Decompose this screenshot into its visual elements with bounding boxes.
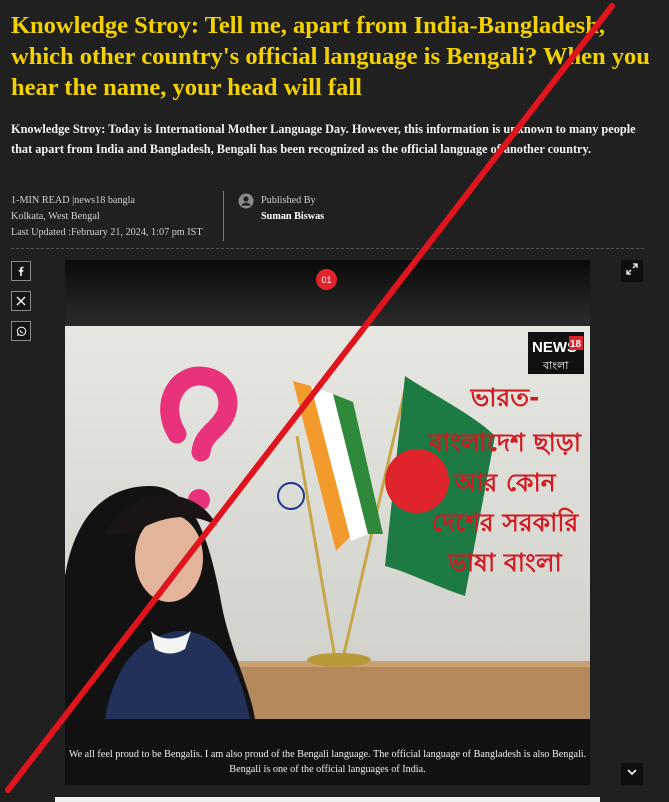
whatsapp-icon [16,326,27,337]
expand-icon [626,262,638,280]
article-meta: 1-MIN READ |news18 bangla Kolkata, West … [11,193,203,241]
facebook-icon [16,266,26,276]
bengali-text-line: ভাষা বাংলা [447,548,563,577]
gallery-image: NEWS 18 বাংলা ভারত- বাংলাদেশ ছাড়া আর কো… [65,326,590,719]
share-whatsapp-button[interactable] [11,321,31,341]
scroll-down-button[interactable] [621,763,643,785]
chevron-down-icon [626,765,638,783]
image-gallery[interactable]: 01 NEWS 18 বাংলা ভারত- বাংলাদেশ ছাড়া আর… [65,260,590,785]
bengali-text-line: বাংলাদেশ ছাড়া [428,428,583,457]
article-illustration: NEWS 18 বাংলা ভারত- বাংলাদেশ ছাড়া আর কো… [65,332,590,719]
location: Kolkata, West Bengal [11,211,100,222]
read-time-source: 1-MIN READ |news18 bangla [11,195,135,206]
author-name[interactable]: Suman Biswas [261,209,324,225]
user-avatar-icon [238,193,254,209]
news18-logo-number: 18 [570,339,582,350]
section-divider [11,248,644,249]
bengali-text-line: আর কোন [453,468,556,497]
meta-divider [223,191,224,241]
fullscreen-button[interactable] [621,260,643,282]
news18-logo-subtext: বাংলা [542,359,569,372]
bengali-text-line: দেশের সরকারি [432,507,580,537]
slide-number-badge: 01 [316,269,337,290]
last-updated: Last Updated :February 21, 2024, 1:07 pm… [11,227,203,238]
article-headline: Knowledge Stroy: Tell me, apart from Ind… [11,12,650,101]
x-icon [16,296,26,306]
published-by-label: Published By [261,195,316,206]
next-section-edge [55,797,600,802]
share-x-button[interactable] [11,291,31,311]
share-facebook-button[interactable] [11,261,31,281]
article-summary: Knowledge Stroy: Today is International … [11,122,636,156]
gallery-header: 01 [65,260,590,326]
bengali-text-line: ভারত- [470,383,540,412]
gallery-caption: We all feel proud to be Bengalis. I am a… [65,741,590,785]
